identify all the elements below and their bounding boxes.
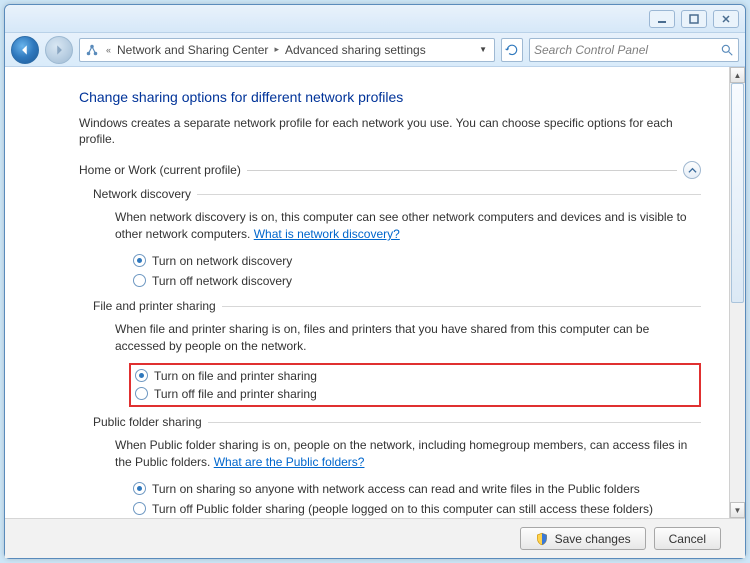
vertical-scrollbar[interactable]: ▲ ▼ bbox=[729, 67, 745, 518]
chevron-right-icon: ▸ bbox=[272, 44, 281, 55]
subsection-desc: When Public folder sharing is on, people… bbox=[115, 437, 701, 471]
network-discovery-section: Network discovery When network discovery… bbox=[93, 187, 701, 291]
radio-label: Turn off Public folder sharing (people l… bbox=[152, 501, 653, 517]
page-title: Change sharing options for different net… bbox=[79, 89, 701, 105]
subsection-title: Public folder sharing bbox=[93, 415, 202, 429]
maximize-button[interactable] bbox=[681, 10, 707, 28]
footer: Save changes Cancel bbox=[5, 518, 745, 558]
radio-network-discovery-off[interactable] bbox=[133, 274, 146, 287]
minimize-button[interactable] bbox=[649, 10, 675, 28]
window-frame: « Network and Sharing Center ▸ Advanced … bbox=[4, 4, 746, 559]
scroll-thumb[interactable] bbox=[731, 83, 744, 303]
radio-label: Turn on network discovery bbox=[152, 253, 292, 269]
scroll-up-button[interactable]: ▲ bbox=[730, 67, 745, 83]
radio-option: Turn off Public folder sharing (people l… bbox=[133, 499, 701, 518]
network-icon bbox=[84, 42, 100, 58]
button-label: Save changes bbox=[555, 532, 631, 546]
back-button[interactable] bbox=[11, 36, 39, 64]
refresh-icon bbox=[505, 43, 519, 57]
profile-label: Home or Work (current profile) bbox=[79, 163, 241, 177]
highlighted-options: Turn on file and printer sharing Turn of… bbox=[129, 363, 701, 407]
subsection-title: File and printer sharing bbox=[93, 299, 216, 313]
scroll-down-button[interactable]: ▼ bbox=[730, 502, 745, 518]
file-printer-sharing-section: File and printer sharing When file and p… bbox=[93, 299, 701, 407]
chevron-up-icon bbox=[688, 166, 697, 175]
what-is-network-discovery-link[interactable]: What is network discovery? bbox=[254, 227, 400, 241]
divider bbox=[222, 306, 701, 307]
breadcrumb-item[interactable]: Advanced sharing settings bbox=[285, 43, 426, 57]
what-are-public-folders-link[interactable]: What are the Public folders? bbox=[214, 455, 365, 469]
radio-option: Turn off network discovery bbox=[133, 271, 701, 291]
navigation-bar: « Network and Sharing Center ▸ Advanced … bbox=[5, 33, 745, 67]
breadcrumb-item[interactable]: Network and Sharing Center bbox=[117, 43, 268, 57]
public-folder-radios: Turn on sharing so anyone with network a… bbox=[133, 479, 701, 518]
radio-label: Turn off file and printer sharing bbox=[154, 386, 317, 402]
radio-label: Turn off network discovery bbox=[152, 273, 292, 289]
refresh-button[interactable] bbox=[501, 38, 523, 62]
radio-option: Turn off file and printer sharing bbox=[135, 385, 695, 403]
search-input[interactable]: Search Control Panel bbox=[529, 38, 739, 62]
subsection-title: Network discovery bbox=[93, 187, 191, 201]
forward-button[interactable] bbox=[45, 36, 73, 64]
radio-file-printer-sharing-on[interactable] bbox=[135, 369, 148, 382]
scroll-track[interactable] bbox=[730, 83, 745, 502]
content: Change sharing options for different net… bbox=[5, 67, 729, 518]
shield-icon bbox=[535, 532, 549, 546]
content-area: Change sharing options for different net… bbox=[5, 67, 745, 518]
titlebar bbox=[5, 5, 745, 33]
address-bar[interactable]: « Network and Sharing Center ▸ Advanced … bbox=[79, 38, 495, 62]
chevron-left-icon: « bbox=[104, 45, 113, 55]
radio-label: Turn on file and printer sharing bbox=[154, 368, 317, 384]
radio-option: Turn on network discovery bbox=[133, 251, 701, 271]
radio-option: Turn on file and printer sharing bbox=[135, 367, 695, 385]
subsection-header: File and printer sharing bbox=[93, 299, 701, 313]
profile-header: Home or Work (current profile) bbox=[79, 161, 701, 179]
radio-public-folder-on[interactable] bbox=[133, 482, 146, 495]
subsection-header: Network discovery bbox=[93, 187, 701, 201]
divider bbox=[208, 422, 701, 423]
cancel-button[interactable]: Cancel bbox=[654, 527, 721, 550]
divider bbox=[247, 170, 677, 171]
public-folder-sharing-section: Public folder sharing When Public folder… bbox=[93, 415, 701, 518]
network-discovery-radios: Turn on network discovery Turn off netwo… bbox=[133, 251, 701, 291]
radio-network-discovery-on[interactable] bbox=[133, 254, 146, 267]
page-intro: Windows creates a separate network profi… bbox=[79, 115, 701, 147]
radio-option: Turn on sharing so anyone with network a… bbox=[133, 479, 701, 499]
close-button[interactable] bbox=[713, 10, 739, 28]
divider bbox=[197, 194, 701, 195]
button-label: Cancel bbox=[669, 532, 706, 546]
search-icon bbox=[720, 43, 734, 57]
subsection-desc: When network discovery is on, this compu… bbox=[115, 209, 701, 243]
window-controls bbox=[649, 10, 739, 28]
arrow-left-icon bbox=[18, 43, 32, 57]
subsection-header: Public folder sharing bbox=[93, 415, 701, 429]
save-changes-button[interactable]: Save changes bbox=[520, 527, 646, 550]
search-placeholder: Search Control Panel bbox=[534, 43, 648, 57]
arrow-right-icon bbox=[52, 43, 66, 57]
radio-public-folder-off[interactable] bbox=[133, 502, 146, 515]
address-dropdown[interactable]: ▼ bbox=[476, 45, 490, 54]
subsection-desc: When file and printer sharing is on, fil… bbox=[115, 321, 701, 355]
collapse-button[interactable] bbox=[683, 161, 701, 179]
radio-label: Turn on sharing so anyone with network a… bbox=[152, 481, 640, 497]
radio-file-printer-sharing-off[interactable] bbox=[135, 387, 148, 400]
